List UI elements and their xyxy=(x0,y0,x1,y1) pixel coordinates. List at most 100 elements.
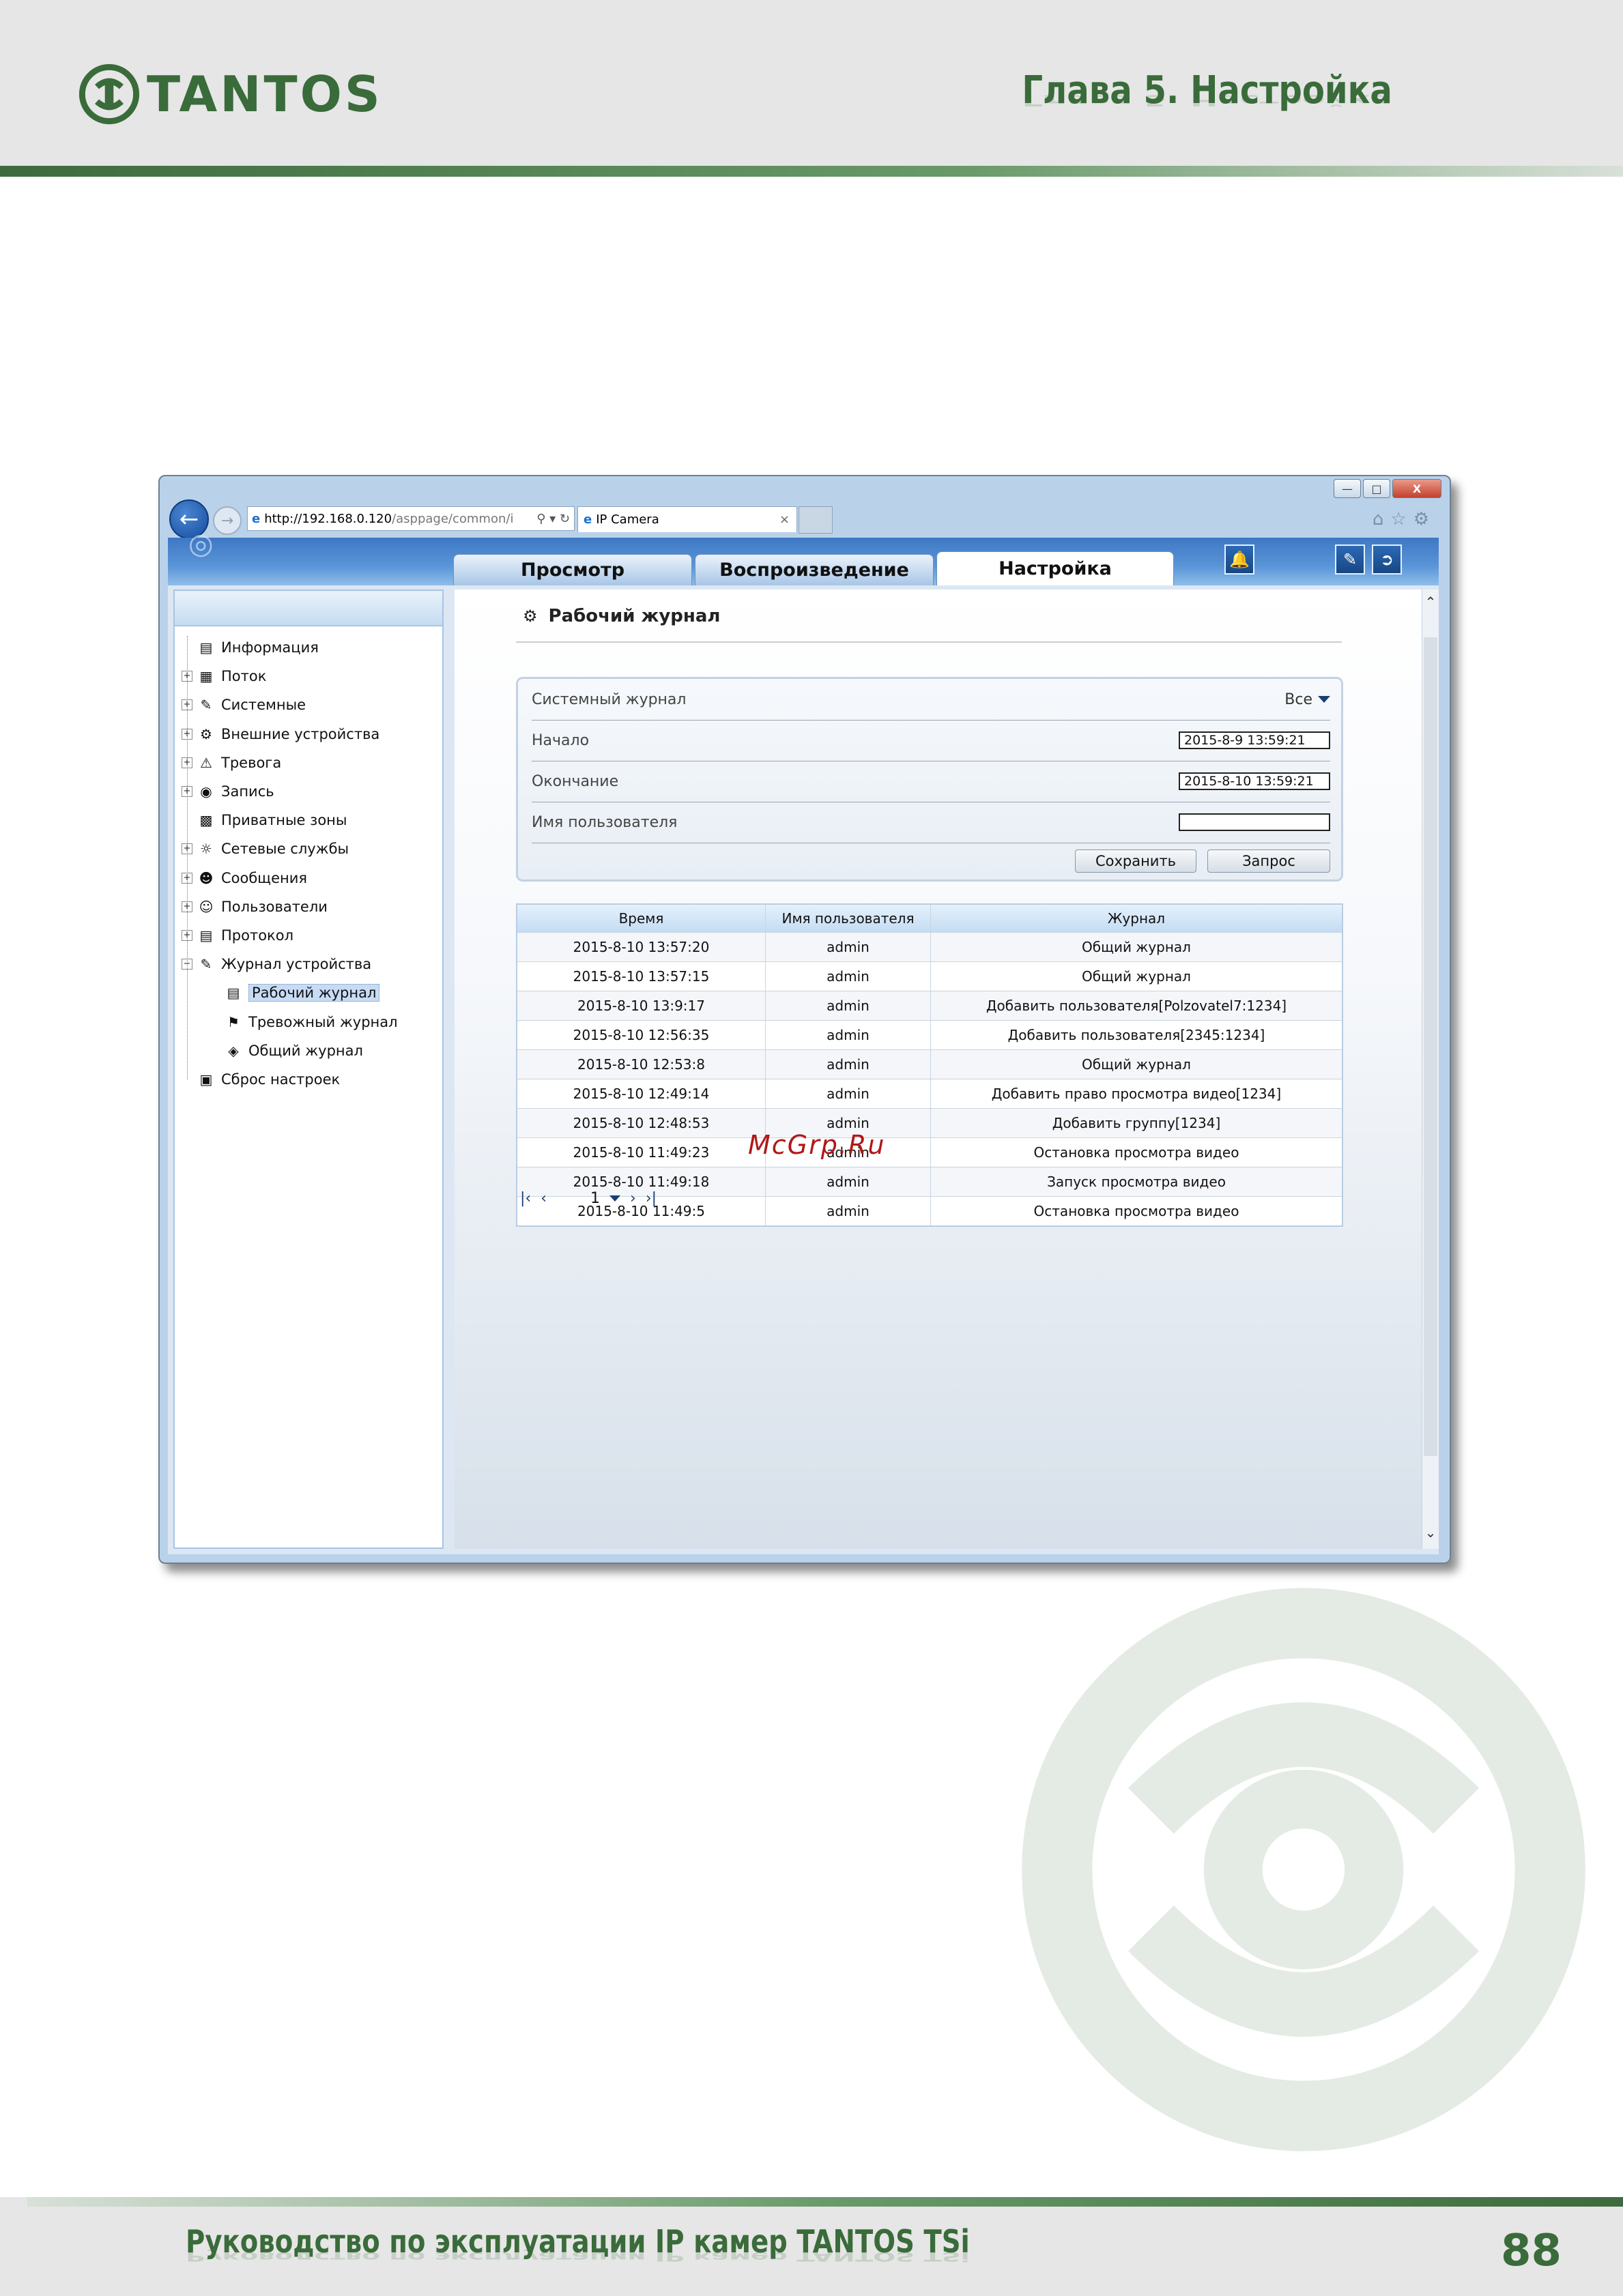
expand-icon[interactable]: + xyxy=(182,843,192,855)
user-cell: admin xyxy=(766,1079,931,1108)
column-header-log[interactable]: Журнал xyxy=(931,905,1342,932)
work-log-icon: ▤ xyxy=(227,985,240,1002)
stream-icon: ▦ xyxy=(199,668,213,685)
sidebar-item[interactable]: + ☻ Сообщения xyxy=(182,867,307,890)
address-bar[interactable]: e http://192.168.0.120 /asppage/common/i… xyxy=(247,506,575,531)
end-time-field[interactable]: 2015-8-10 13:59:21 xyxy=(1179,772,1330,790)
tab-close-icon[interactable]: × xyxy=(779,512,790,527)
collapse-icon[interactable]: − xyxy=(182,959,192,970)
page-chevron-down-icon[interactable] xyxy=(609,1195,621,1202)
table-row[interactable]: 2015-8-10 12:56:35 admin Добавить пользова… xyxy=(517,1020,1342,1049)
sidebar-item[interactable]: + ⚠ Тревога xyxy=(182,751,281,774)
reset-icon: ▣ xyxy=(199,1071,213,1088)
maximize-button[interactable]: □ xyxy=(1363,479,1390,498)
table-row[interactable]: 2015-8-10 13:9:17 admin Добавить пользоват… xyxy=(517,991,1342,1020)
table-row[interactable]: 2015-8-10 11:49:23 admin Остановка просмот… xyxy=(517,1137,1342,1167)
tab-view[interactable]: Просмотр xyxy=(453,554,692,585)
logout-icon[interactable]: ➲ xyxy=(1372,544,1402,575)
expand-icon[interactable]: + xyxy=(182,786,192,797)
expand-icon[interactable]: + xyxy=(182,872,192,884)
prev-page-icon[interactable]: ‹ xyxy=(541,1190,547,1207)
sidebar-item[interactable]: ◈ Общий журнал xyxy=(209,1039,363,1062)
tantos-logo-icon xyxy=(78,63,140,124)
log-type-select[interactable]: Все xyxy=(1284,691,1330,708)
expand-icon[interactable]: + xyxy=(182,901,192,912)
start-row: Начало 2015-8-9 13:59:21 xyxy=(532,720,1330,761)
new-tab-button[interactable] xyxy=(799,506,833,534)
table-row[interactable]: 2015-8-10 12:48:53 admin Добавить группу[1… xyxy=(517,1108,1342,1137)
site-watermark-text: McGrp.Ru xyxy=(748,1130,886,1160)
start-time-field[interactable]: 2015-8-9 13:59:21 xyxy=(1179,731,1330,749)
sidebar-item[interactable]: + ⚙ Внешние устройства xyxy=(182,723,379,746)
page-number[interactable]: 1 xyxy=(590,1190,600,1207)
sidebar-item-label: Пользователи xyxy=(221,898,328,915)
expand-icon[interactable]: + xyxy=(182,671,192,682)
footer-title-reflection: Руководство по эксплуатации IP камер TAN… xyxy=(186,2249,970,2264)
expand-icon[interactable]: + xyxy=(182,728,192,740)
home-star-gear-icon[interactable]: ⌂☆⚙ xyxy=(1373,509,1436,529)
scroll-thumb[interactable] xyxy=(1424,637,1437,1456)
external-devices-icon: ⚙ xyxy=(200,725,212,742)
user-name-field[interactable] xyxy=(1179,813,1330,831)
expand-icon[interactable]: + xyxy=(182,699,192,711)
user-cell: admin xyxy=(766,991,931,1020)
tab-title: IP Camera xyxy=(596,512,659,527)
column-header-time[interactable]: Время xyxy=(517,905,766,932)
sidebar-item-label: Приватные зоны xyxy=(221,812,347,829)
page-number-label: 88 xyxy=(1500,2226,1562,2276)
sidebar-item[interactable]: ▣ Сброс настроек xyxy=(182,1068,341,1091)
query-button[interactable]: Запрос xyxy=(1207,849,1330,873)
sidebar-item[interactable]: − ✎ Журнал устройства xyxy=(182,953,371,976)
tab-playback[interactable]: Воспроизведение xyxy=(695,554,934,585)
first-page-icon[interactable]: |‹ xyxy=(520,1190,531,1207)
forward-arrow-icon[interactable]: → xyxy=(213,506,242,535)
table-row[interactable]: 2015-8-10 12:53:8 admin Общий журнал xyxy=(517,1049,1342,1079)
system-icon: ✎ xyxy=(200,697,212,714)
minimize-button[interactable]: — xyxy=(1334,479,1361,498)
bell-icon[interactable]: 🔔 xyxy=(1224,544,1254,575)
sidebar-item[interactable]: + ▦ Поток xyxy=(182,665,266,688)
sidebar-item-label: Тревога xyxy=(221,754,282,771)
expand-icon[interactable]: + xyxy=(182,757,192,768)
sidebar-item[interactable]: + ◉ Запись xyxy=(182,780,274,803)
sidebar-item[interactable]: ▩ Приватные зоны xyxy=(182,809,347,832)
ie-icon: e xyxy=(252,511,261,526)
user-cell: admin xyxy=(766,1021,931,1049)
sidebar-item[interactable]: ▤ Информация xyxy=(182,636,319,659)
table-row[interactable]: 2015-8-10 12:49:14 admin Добавить право пр… xyxy=(517,1079,1342,1108)
table-row[interactable]: 2015-8-10 13:57:15 admin Общий журнал xyxy=(517,961,1342,991)
scroll-up-icon[interactable]: ⌃ xyxy=(1422,594,1439,614)
log-cell: Добавить группу[1234] xyxy=(1052,1115,1221,1131)
save-button[interactable]: Сохранить xyxy=(1075,849,1196,873)
content-area: ⚙ Рабочий журнал Системный журнал Все На… xyxy=(455,590,1426,1549)
sidebar-item[interactable]: ▤ Рабочий журнал xyxy=(209,981,380,1004)
close-button[interactable]: X xyxy=(1392,479,1441,498)
browser-tab[interactable]: e IP Camera × xyxy=(577,506,797,532)
expand-icon[interactable]: + xyxy=(182,930,192,941)
sidebar-item[interactable]: + ☼ Сетевые службы xyxy=(182,837,349,860)
next-page-icon[interactable]: › xyxy=(630,1190,636,1207)
network-icon: ☼ xyxy=(200,841,212,858)
users-icon: ☺ xyxy=(199,898,214,915)
scrollbar[interactable]: ⌃ ⌄ xyxy=(1422,590,1439,1549)
sidebar-item-label: Протокол xyxy=(221,927,294,944)
sidebar-item[interactable]: + ▤ Протокол xyxy=(182,924,293,947)
device-log-icon: ✎ xyxy=(200,956,212,973)
sidebar-item-label: Поток xyxy=(221,668,267,685)
edit-icon[interactable]: ✎ xyxy=(1335,544,1365,575)
log-cell: Остановка просмотра видео xyxy=(1033,1203,1239,1219)
scroll-down-icon[interactable]: ⌄ xyxy=(1422,1524,1439,1545)
sidebar-item[interactable]: ⚑ Тревожный журнал xyxy=(209,1011,398,1034)
sidebar-item[interactable]: + ☺ Пользователи xyxy=(182,895,328,918)
log-table: Время Имя пользователя Журнал 2015-8-10 … xyxy=(516,903,1343,1227)
search-refresh-icon[interactable]: ⚲ ▾ ↻ xyxy=(536,512,570,526)
log-cell: Запуск просмотра видео xyxy=(1047,1174,1226,1190)
sidebar-header xyxy=(175,591,442,626)
tab-settings[interactable]: Настройка xyxy=(936,551,1174,585)
record-icon: ◉ xyxy=(200,783,212,800)
last-page-icon[interactable]: ›| xyxy=(646,1190,657,1207)
column-header-user[interactable]: Имя пользователя xyxy=(766,905,931,932)
sidebar-item[interactable]: + ✎ Системные xyxy=(182,693,306,716)
table-row[interactable]: 2015-8-10 13:57:20 admin Общий журнал xyxy=(517,932,1342,961)
log-filter-form: Системный журнал Все Начало 2015-8-9 13:… xyxy=(516,677,1343,882)
